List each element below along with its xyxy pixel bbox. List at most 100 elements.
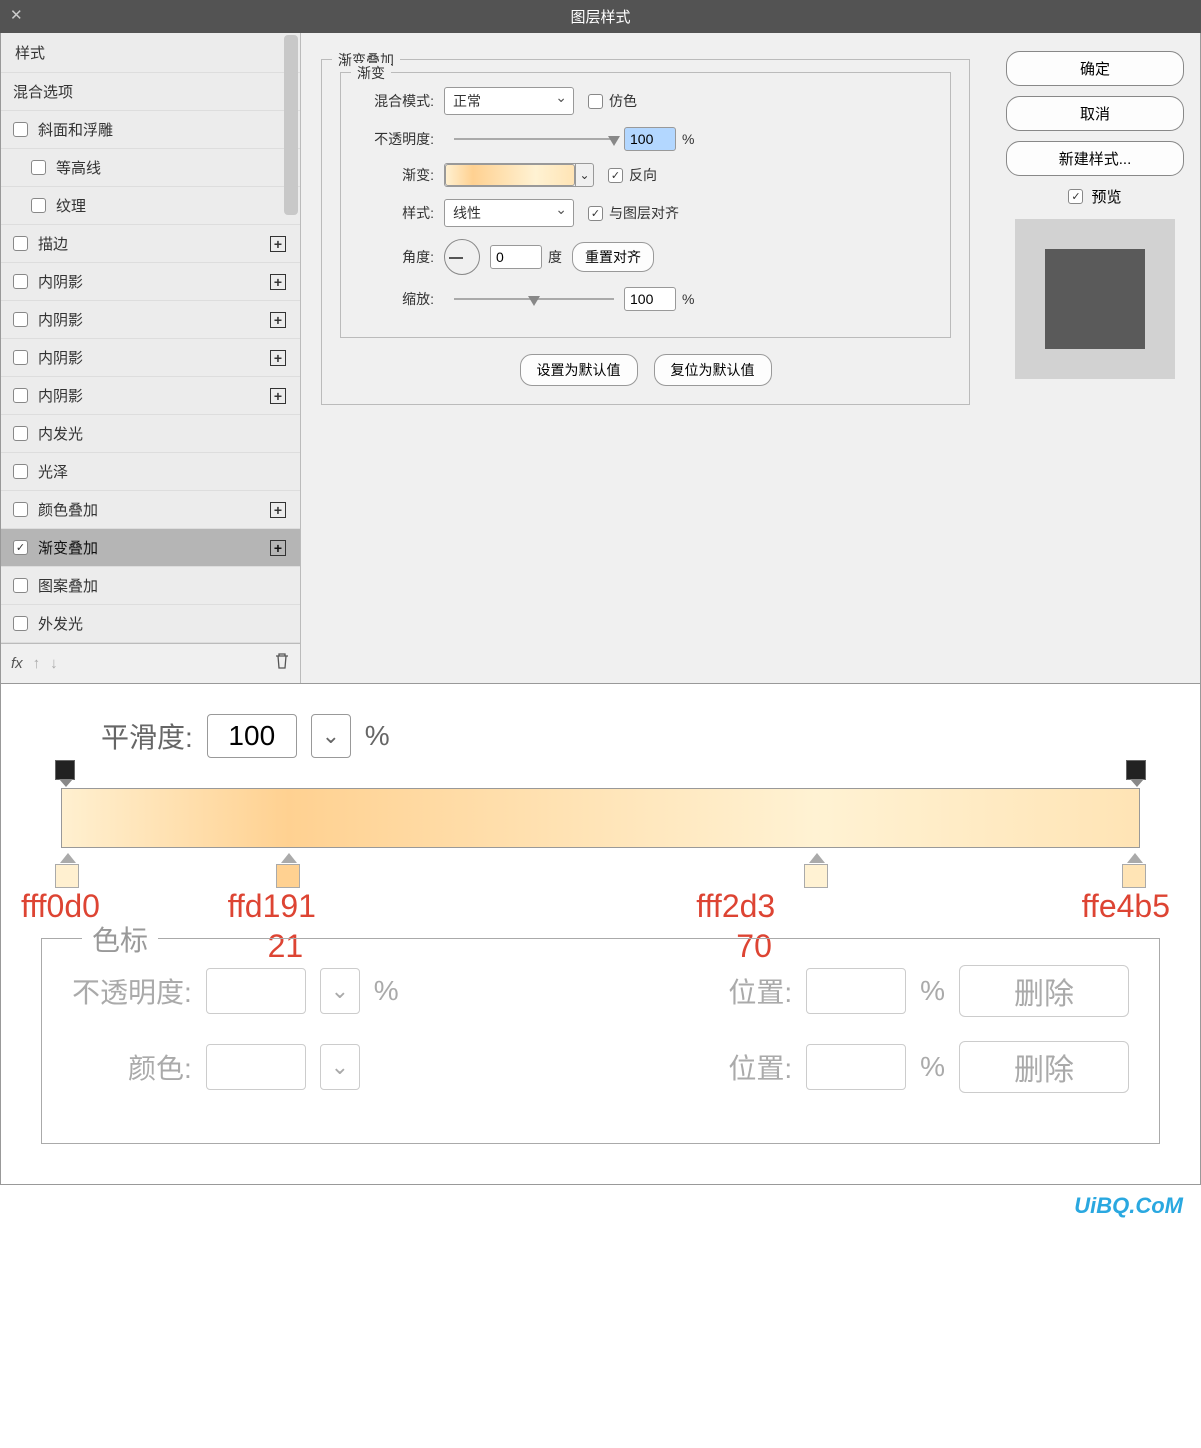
- style-item-inner-shadow[interactable]: 内阴影 +: [1, 377, 300, 415]
- color-annotation: fff2d3: [696, 888, 775, 925]
- checkbox-icon[interactable]: [13, 426, 28, 441]
- delete-button[interactable]: 删除: [959, 965, 1129, 1017]
- checkbox-icon[interactable]: ✓: [13, 540, 28, 555]
- style-item-inner-glow[interactable]: 内发光: [1, 415, 300, 453]
- smoothness-input[interactable]: [207, 714, 297, 758]
- new-style-button[interactable]: 新建样式...: [1006, 141, 1184, 176]
- style-select[interactable]: 线性: [444, 199, 574, 227]
- plus-icon[interactable]: +: [270, 502, 286, 518]
- delete-button[interactable]: 删除: [959, 1041, 1129, 1093]
- set-default-button[interactable]: 设置为默认值: [520, 354, 638, 386]
- checkbox-icon[interactable]: [13, 616, 28, 631]
- style-item-satin[interactable]: 光泽: [1, 453, 300, 491]
- gradient-bar[interactable]: [61, 788, 1140, 848]
- preview-checkbox[interactable]: [1068, 189, 1083, 204]
- position-label: 位置:: [728, 1047, 792, 1087]
- opacity-stop[interactable]: [55, 760, 75, 780]
- style-item-pattern-overlay[interactable]: 图案叠加: [1, 567, 300, 605]
- style-item-label: 纹理: [56, 195, 86, 216]
- style-item-blend-options[interactable]: 混合选项: [1, 73, 300, 111]
- angle-dial[interactable]: [444, 239, 480, 275]
- style-item-texture[interactable]: 纹理: [1, 187, 300, 225]
- smoothness-row: 平滑度: ⌄ %: [101, 714, 1160, 758]
- reset-default-button[interactable]: 复位为默认值: [654, 354, 772, 386]
- style-item-contour[interactable]: 等高线: [1, 149, 300, 187]
- style-item-label: 光泽: [38, 461, 68, 482]
- style-item-label: 等高线: [56, 157, 101, 178]
- style-item-outer-glow[interactable]: 外发光: [1, 605, 300, 643]
- close-icon[interactable]: ✕: [10, 6, 23, 24]
- blend-mode-row: 混合模式: 正常 仿色: [359, 87, 932, 115]
- slider-thumb-icon[interactable]: [528, 296, 540, 306]
- checkbox-icon[interactable]: [13, 122, 28, 137]
- checkbox-icon[interactable]: [13, 464, 28, 479]
- chevron-down-icon[interactable]: ⌄: [320, 968, 360, 1014]
- blend-mode-label: 混合模式:: [359, 91, 434, 111]
- cancel-button[interactable]: 取消: [1006, 96, 1184, 131]
- scale-row: 缩放: %: [359, 287, 932, 311]
- trash-icon[interactable]: [274, 652, 290, 675]
- plus-icon[interactable]: +: [270, 274, 286, 290]
- stop-legend: 色标: [82, 919, 158, 959]
- style-item-inner-shadow[interactable]: 内阴影 +: [1, 263, 300, 301]
- style-item-inner-shadow[interactable]: 内阴影 +: [1, 301, 300, 339]
- checkbox-icon[interactable]: [13, 236, 28, 251]
- stop-position-input[interactable]: [806, 968, 906, 1014]
- angle-label: 角度:: [359, 247, 434, 267]
- style-list-footer: fx ↑ ↓: [1, 643, 300, 683]
- scrollbar-thumb[interactable]: [284, 35, 298, 215]
- stop-opacity-input[interactable]: [206, 968, 306, 1014]
- inner-title: 渐变: [351, 63, 391, 83]
- style-item-stroke[interactable]: 描边 +: [1, 225, 300, 263]
- style-item-gradient-overlay[interactable]: ✓ 渐变叠加 +: [1, 529, 300, 567]
- gradient-swatch[interactable]: ⌄: [444, 163, 594, 187]
- arrow-up-icon[interactable]: ↑: [33, 655, 41, 672]
- style-item-inner-shadow[interactable]: 内阴影 +: [1, 339, 300, 377]
- chevron-down-icon[interactable]: ⌄: [575, 164, 593, 186]
- position-label: 位置:: [728, 971, 792, 1011]
- color-stop[interactable]: [1122, 864, 1146, 888]
- style-item-bevel[interactable]: 斜面和浮雕: [1, 111, 300, 149]
- checkbox-icon[interactable]: [13, 578, 28, 593]
- stop-color-swatch[interactable]: [206, 1044, 306, 1090]
- plus-icon[interactable]: +: [270, 350, 286, 366]
- opacity-slider[interactable]: [454, 138, 614, 140]
- plus-icon[interactable]: +: [270, 540, 286, 556]
- dialog-right-panel: 确定 取消 新建样式... 预览: [990, 33, 1200, 683]
- checkbox-icon[interactable]: [13, 312, 28, 327]
- ok-button[interactable]: 确定: [1006, 51, 1184, 86]
- watermark: UiBQ.CoM: [0, 1185, 1201, 1233]
- checkbox-icon[interactable]: [13, 350, 28, 365]
- slider-thumb-icon[interactable]: [608, 136, 620, 146]
- checkbox-icon[interactable]: [31, 198, 46, 213]
- style-item-color-overlay[interactable]: 颜色叠加 +: [1, 491, 300, 529]
- reverse-checkbox[interactable]: [608, 168, 623, 183]
- checkbox-icon[interactable]: [13, 502, 28, 517]
- scale-slider[interactable]: [454, 298, 614, 300]
- reset-align-button[interactable]: 重置对齐: [572, 242, 654, 272]
- opacity-stop[interactable]: [1126, 760, 1146, 780]
- color-stop[interactable]: [55, 864, 79, 888]
- align-checkbox[interactable]: [588, 206, 603, 221]
- checkbox-icon[interactable]: [13, 274, 28, 289]
- fx-icon[interactable]: fx: [11, 655, 23, 672]
- chevron-down-icon[interactable]: ⌄: [320, 1044, 360, 1090]
- checkbox-icon[interactable]: [31, 160, 46, 175]
- style-label: 样式:: [359, 203, 434, 223]
- blend-mode-select[interactable]: 正常: [444, 87, 574, 115]
- chevron-down-icon[interactable]: ⌄: [311, 714, 351, 758]
- plus-icon[interactable]: +: [270, 312, 286, 328]
- style-item-label: 斜面和浮雕: [38, 119, 113, 140]
- angle-input[interactable]: [490, 245, 542, 269]
- scale-input[interactable]: [624, 287, 676, 311]
- dither-label: 仿色: [609, 91, 637, 111]
- checkbox-icon[interactable]: [13, 388, 28, 403]
- opacity-input[interactable]: [624, 127, 676, 151]
- plus-icon[interactable]: +: [270, 236, 286, 252]
- stop-position-input[interactable]: [806, 1044, 906, 1090]
- color-stop[interactable]: [804, 864, 828, 888]
- color-stop[interactable]: [276, 864, 300, 888]
- plus-icon[interactable]: +: [270, 388, 286, 404]
- dither-checkbox[interactable]: [588, 94, 603, 109]
- arrow-down-icon[interactable]: ↓: [50, 655, 58, 672]
